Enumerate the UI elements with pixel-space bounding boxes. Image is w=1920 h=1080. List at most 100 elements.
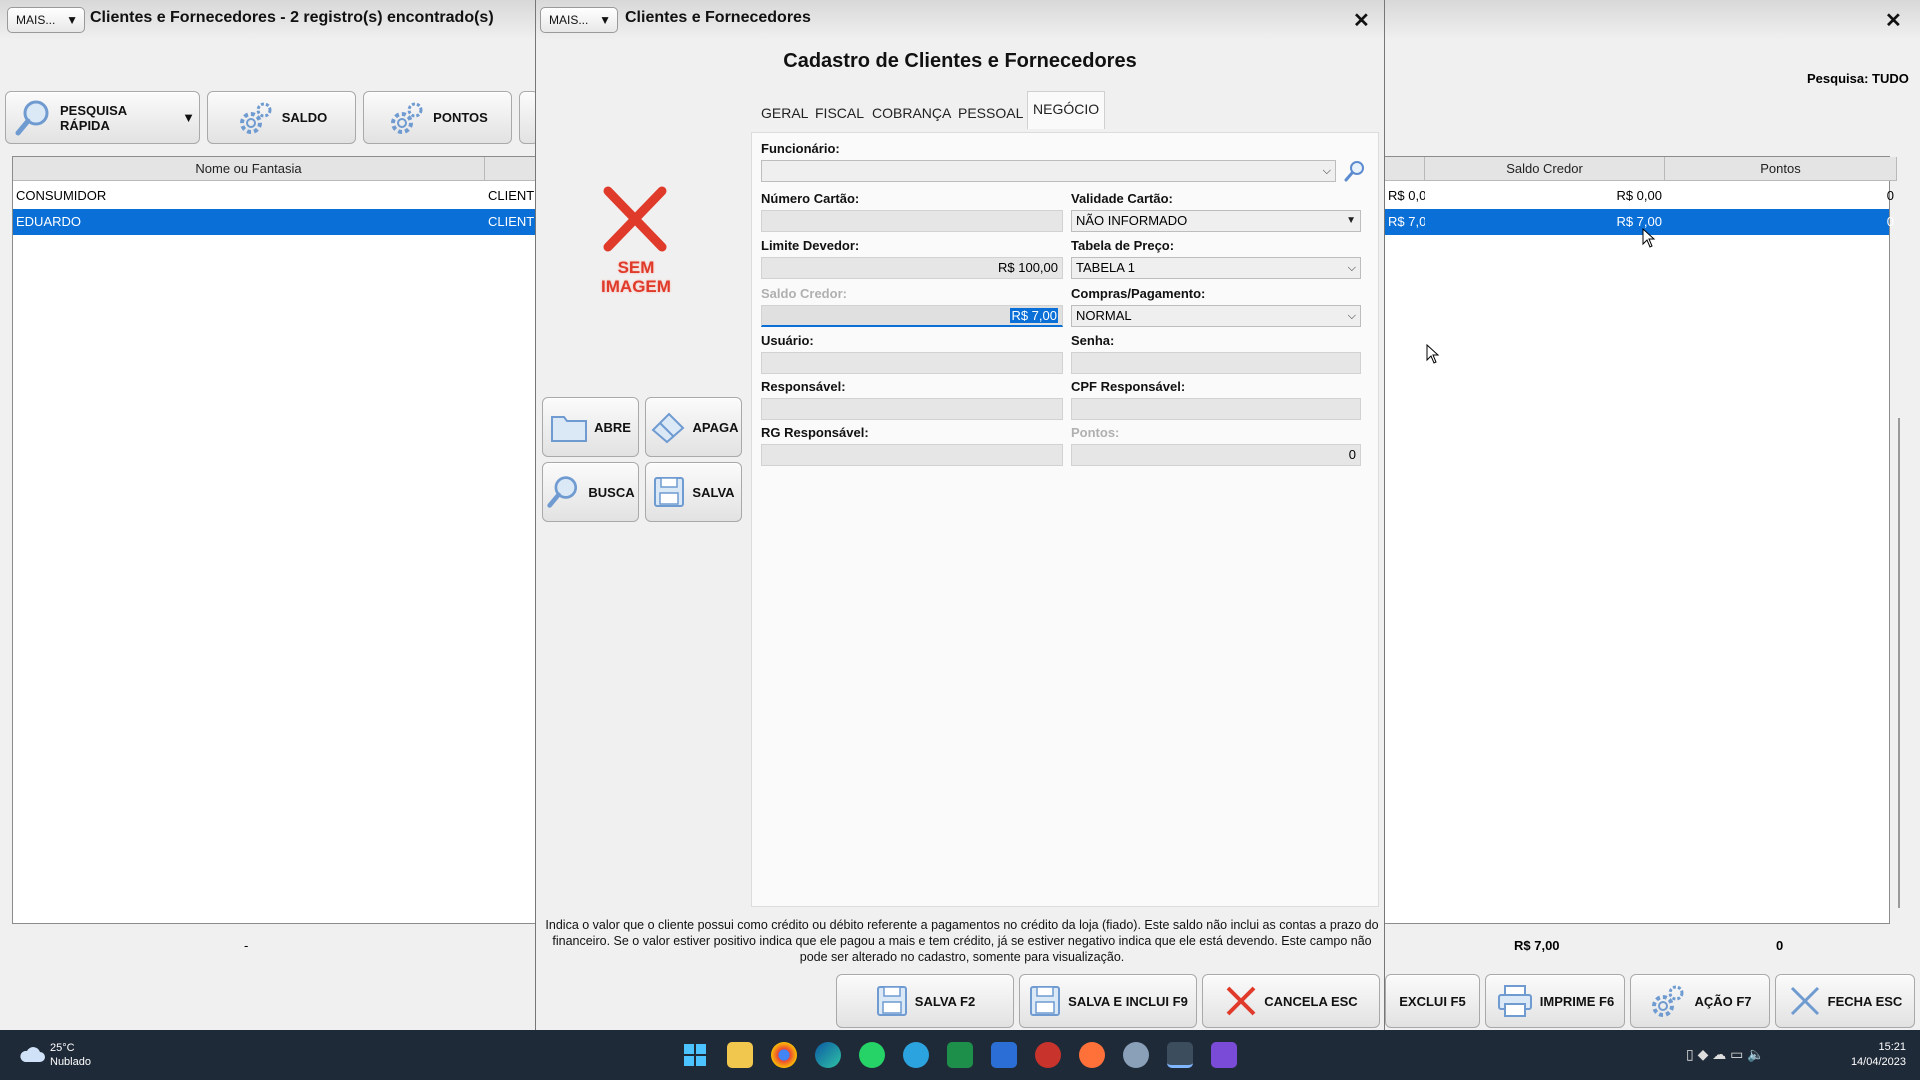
dialog-window-title: Clientes e Fornecedores	[625, 9, 811, 26]
numero-cartao-input[interactable]	[761, 210, 1063, 232]
whatsapp-icon[interactable]	[859, 1042, 885, 1068]
apaga-button[interactable]: APAGA	[645, 397, 742, 457]
cpf-responsavel-input[interactable]	[1071, 398, 1361, 420]
printer-icon	[1496, 984, 1534, 1018]
salva-side-button[interactable]: SALVA	[645, 462, 742, 522]
responsavel-input[interactable]	[761, 398, 1063, 420]
busca-button[interactable]: BUSCA	[542, 462, 639, 522]
tab-geral[interactable]: GERAL	[756, 94, 813, 132]
field-help-text: Indica o valor que o cliente possui como…	[545, 918, 1379, 964]
rg-responsavel-input[interactable]	[761, 444, 1063, 466]
compras-pagamento-select[interactable]: NORMAL ⌵	[1071, 305, 1361, 327]
salva-f2-label: SALVA F2	[914, 993, 976, 1009]
system-tray-icons[interactable]: ▯ ◆ ☁ ▭ 🔈	[1686, 1046, 1765, 1063]
salva-f2-button[interactable]: SALVA F2	[836, 974, 1014, 1028]
active-app-icon[interactable]	[1167, 1042, 1193, 1068]
dialog-close-icon[interactable]: ✕	[1353, 8, 1370, 33]
validade-cartao-label: Validade Cartão:	[1071, 191, 1173, 206]
app-icon-red[interactable]	[1035, 1042, 1061, 1068]
dialog-titlebar: MAIS... ▼ Clientes e Fornecedores ✕	[536, 0, 1384, 40]
cancela-esc-label: CANCELA ESC	[1264, 993, 1358, 1009]
cell-previous: R$ 0,00	[1388, 188, 1425, 203]
media-app-icon[interactable]	[1211, 1042, 1237, 1068]
saldo-credor-input[interactable]: R$ 7,00	[761, 305, 1063, 327]
column-header-previous[interactable]	[1385, 157, 1425, 181]
acao-button[interactable]: AÇÃO F7	[1630, 974, 1770, 1028]
saldo-credor-value: R$ 7,00	[1010, 308, 1058, 323]
search-mode-label: Pesquisa: TUDO	[1807, 71, 1909, 86]
chevron-down-icon: ⌵	[1347, 310, 1356, 322]
pontos-input: 0	[1071, 444, 1361, 466]
column-header-name[interactable]: Nome ou Fantasia	[13, 157, 485, 181]
edge-icon[interactable]	[815, 1042, 841, 1068]
dialog-mais-button[interactable]: MAIS... ▼	[540, 7, 618, 33]
tabela-preco-value: TABELA 1	[1076, 260, 1136, 275]
senha-input[interactable]	[1071, 352, 1361, 374]
tab-negocio[interactable]: NEGÓCIO	[1027, 91, 1106, 129]
tab-fiscal[interactable]: FISCAL	[810, 94, 869, 132]
funcionario-select[interactable]: ⌵	[761, 160, 1336, 182]
funcionario-search-icon[interactable]	[1343, 159, 1367, 186]
responsavel-label: Responsável:	[761, 379, 846, 394]
clock-date: 14/04/2023	[1850, 1056, 1906, 1068]
tab-cobranca[interactable]: COBRANÇA	[867, 94, 956, 132]
gears-icon	[236, 98, 276, 138]
file-explorer-icon[interactable]	[727, 1042, 753, 1068]
usuario-label: Usuário:	[761, 333, 814, 348]
validade-cartao-select[interactable]: NÃO INFORMADO ▼	[1071, 210, 1361, 232]
weather-widget[interactable]: 25°C Nublado	[50, 1041, 91, 1069]
eraser-icon	[649, 410, 687, 444]
clock[interactable]: 15:21 14/04/2023	[1838, 1040, 1906, 1070]
windows-start-icon[interactable]	[683, 1043, 707, 1070]
column-header-type[interactable]	[485, 157, 537, 181]
cpf-responsavel-label: CPF Responsável:	[1071, 379, 1186, 394]
pontos-button[interactable]: PONTOS	[363, 91, 512, 144]
saldo-button[interactable]: SALDO	[207, 91, 356, 144]
senha-label: Senha:	[1071, 333, 1115, 348]
column-header-saldo-credor[interactable]: Saldo Credor	[1425, 157, 1665, 181]
chrome-icon[interactable]	[771, 1042, 797, 1068]
grid-scrollbar[interactable]	[1898, 418, 1900, 908]
firefox-icon[interactable]	[1079, 1042, 1105, 1068]
rg-responsavel-label: RG Responsável:	[761, 425, 869, 440]
mouse-cursor-icon	[1426, 343, 1440, 367]
telegram-icon[interactable]	[903, 1042, 929, 1068]
salva-side-label: SALVA	[692, 484, 735, 500]
usuario-input[interactable]	[761, 352, 1063, 374]
fecha-label: FECHA ESC	[1827, 993, 1903, 1009]
fecha-button[interactable]: FECHA ESC	[1775, 974, 1915, 1028]
folder-icon	[550, 411, 588, 443]
mouse-cursor-icon	[1642, 227, 1656, 251]
floppy-disk-icon	[1028, 984, 1062, 1018]
cell-previous: R$ 7,00	[1388, 214, 1425, 229]
exclui-label: EXCLUI F5	[1399, 993, 1466, 1009]
funcionario-label: Funcionário:	[761, 141, 840, 156]
quick-search-label: PESQUISA RÁPIDA	[60, 102, 127, 133]
cancela-esc-button[interactable]: CANCELA ESC	[1202, 974, 1380, 1028]
tabela-preco-select[interactable]: TABELA 1 ⌵	[1071, 257, 1361, 279]
salva-inclui-f9-button[interactable]: SALVA E INCLUI F9	[1019, 974, 1197, 1028]
limite-devedor-input[interactable]: R$ 100,00	[761, 257, 1063, 279]
quick-search-button[interactable]: PESQUISA RÁPIDA ▼	[5, 91, 200, 144]
cloud-icon	[18, 1044, 46, 1067]
magnifier-icon	[14, 98, 54, 138]
close-x-icon	[1788, 984, 1822, 1018]
column-header-pontos[interactable]: Pontos	[1665, 157, 1897, 181]
list-close-icon[interactable]: ✕	[1885, 8, 1902, 33]
cell-saldo: R$ 7,00	[1616, 214, 1662, 229]
settings-gear-icon[interactable]	[1123, 1042, 1149, 1068]
tab-pessoal[interactable]: PESSOAL	[953, 94, 1028, 132]
weather-temp: 25°C	[50, 1042, 75, 1054]
no-image-text: SEM IMAGEM	[596, 258, 676, 296]
dropdown-arrow-icon: ▼	[182, 110, 195, 125]
exclui-button[interactable]: EXCLUI F5	[1385, 974, 1480, 1028]
cell-saldo: R$ 0,00	[1616, 188, 1662, 203]
gears-icon	[387, 98, 427, 138]
app-icon[interactable]	[991, 1042, 1017, 1068]
imprime-button[interactable]: IMPRIME F6	[1485, 974, 1625, 1028]
list-mais-button[interactable]: MAIS... ▼	[7, 7, 85, 33]
spreadsheet-icon[interactable]	[947, 1042, 973, 1068]
tabela-preco-label: Tabela de Preço:	[1071, 238, 1175, 253]
abre-button[interactable]: ABRE	[542, 397, 639, 457]
saldo-label: SALDO	[281, 110, 328, 125]
